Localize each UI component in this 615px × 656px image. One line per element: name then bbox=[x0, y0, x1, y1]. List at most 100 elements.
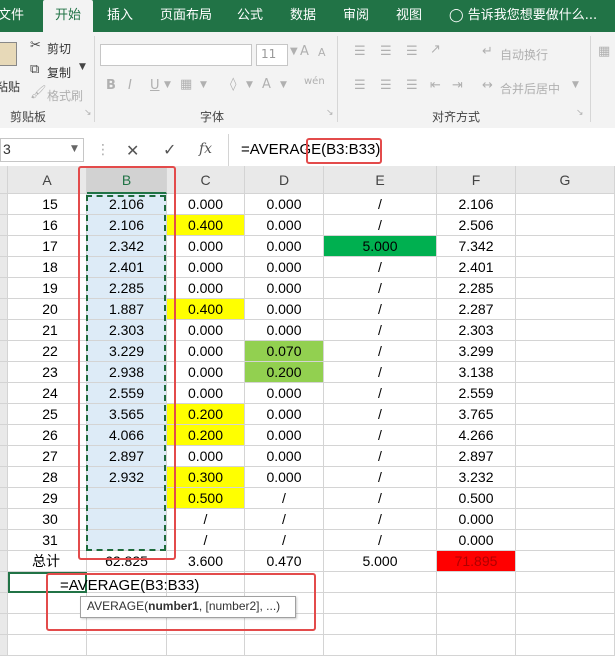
table-cell[interactable] bbox=[516, 593, 615, 614]
table-cell[interactable]: 0.000 bbox=[245, 257, 324, 278]
borders-dropdown-icon[interactable]: ▼ bbox=[200, 80, 207, 90]
table-cell[interactable] bbox=[437, 635, 516, 656]
font-size-box[interactable]: 11 bbox=[256, 44, 288, 66]
table-cell[interactable]: 20 bbox=[8, 299, 87, 320]
tab-data[interactable]: 数据 bbox=[290, 0, 316, 32]
table-cell[interactable]: 21 bbox=[8, 320, 87, 341]
table-cell[interactable]: / bbox=[324, 404, 437, 425]
table-cell[interactable]: 19 bbox=[8, 278, 87, 299]
table-cell[interactable]: 3.138 bbox=[437, 362, 516, 383]
table-cell[interactable]: / bbox=[324, 383, 437, 404]
table-cell[interactable] bbox=[324, 572, 437, 593]
table-cell[interactable]: 4.266 bbox=[437, 425, 516, 446]
table-cell[interactable]: 3.232 bbox=[437, 467, 516, 488]
table-cell[interactable] bbox=[516, 236, 615, 257]
row-header[interactable] bbox=[0, 215, 8, 236]
row-header[interactable] bbox=[0, 446, 8, 467]
table-cell[interactable]: 0.000 bbox=[245, 299, 324, 320]
row-header[interactable] bbox=[0, 383, 8, 404]
row-header[interactable] bbox=[0, 257, 8, 278]
table-cell[interactable]: / bbox=[324, 509, 437, 530]
fill-color-dropdown-icon[interactable]: ▼ bbox=[246, 80, 253, 90]
row-header[interactable] bbox=[0, 404, 8, 425]
table-cell[interactable] bbox=[516, 446, 615, 467]
enter-check-icon[interactable]: ✓ bbox=[163, 140, 176, 159]
table-cell[interactable]: 0.000 bbox=[245, 320, 324, 341]
table-cell[interactable] bbox=[324, 614, 437, 635]
wrap-text-button[interactable]: 自动换行 bbox=[500, 46, 548, 63]
table-cell[interactable]: 0.000 bbox=[437, 530, 516, 551]
tab-view[interactable]: 视图 bbox=[396, 0, 422, 32]
tab-formulas[interactable]: 公式 bbox=[237, 0, 263, 32]
table-cell[interactable]: 2.506 bbox=[437, 215, 516, 236]
table-cell[interactable]: 30 bbox=[8, 509, 87, 530]
borders-icon[interactable]: ▦ bbox=[180, 77, 192, 92]
table-cell[interactable]: 3.765 bbox=[437, 404, 516, 425]
decrease-font-icon[interactable]: A bbox=[318, 46, 326, 59]
table-cell[interactable]: 0.500 bbox=[437, 488, 516, 509]
table-cell[interactable] bbox=[516, 551, 615, 572]
tab-page-layout[interactable]: 页面布局 bbox=[160, 0, 212, 32]
font-name-box[interactable] bbox=[100, 44, 252, 66]
table-cell[interactable]: 24 bbox=[8, 383, 87, 404]
underline-icon[interactable]: U bbox=[150, 78, 160, 93]
table-cell[interactable]: 0.470 bbox=[245, 551, 324, 572]
table-cell[interactable] bbox=[516, 299, 615, 320]
table-cell[interactable]: / bbox=[167, 509, 245, 530]
table-cell[interactable]: 7.342 bbox=[437, 236, 516, 257]
row-header[interactable] bbox=[0, 614, 8, 635]
table-cell[interactable] bbox=[516, 215, 615, 236]
table-cell[interactable]: / bbox=[324, 215, 437, 236]
table-cell[interactable]: 5.000 bbox=[324, 236, 437, 257]
table-cell[interactable]: / bbox=[324, 320, 437, 341]
column-header-d[interactable]: D bbox=[245, 166, 324, 194]
cut-button[interactable]: 剪切 bbox=[47, 40, 71, 57]
increase-indent-icon[interactable]: ⇥ bbox=[452, 78, 463, 93]
row-header[interactable] bbox=[0, 425, 8, 446]
font-color-dropdown-icon[interactable]: ▼ bbox=[280, 80, 287, 90]
column-header-g[interactable]: G bbox=[516, 166, 615, 194]
decrease-indent-icon[interactable]: ⇤ bbox=[430, 78, 441, 93]
underline-dropdown-icon[interactable]: ▼ bbox=[164, 80, 171, 90]
table-cell[interactable]: 18 bbox=[8, 257, 87, 278]
table-cell[interactable]: 0.200 bbox=[245, 362, 324, 383]
paste-button[interactable]: 粘贴 bbox=[0, 40, 20, 100]
table-cell[interactable]: 0.400 bbox=[167, 215, 245, 236]
column-header-c[interactable]: C bbox=[167, 166, 245, 194]
table-cell[interactable]: / bbox=[324, 257, 437, 278]
tab-insert[interactable]: 插入 bbox=[107, 0, 133, 32]
table-cell[interactable]: 0.000 bbox=[245, 278, 324, 299]
merge-dropdown-icon[interactable]: ▼ bbox=[572, 80, 579, 90]
font-size-dropdown-icon[interactable]: ▼ bbox=[290, 46, 298, 57]
table-cell[interactable]: 0.200 bbox=[167, 425, 245, 446]
phonetic-icon[interactable]: wén bbox=[304, 76, 325, 87]
table-cell[interactable] bbox=[516, 614, 615, 635]
row-header[interactable] bbox=[0, 362, 8, 383]
table-cell[interactable]: 31 bbox=[8, 530, 87, 551]
table-cell[interactable]: 23 bbox=[8, 362, 87, 383]
table-cell[interactable]: 2.287 bbox=[437, 299, 516, 320]
table-cell[interactable]: 0.000 bbox=[167, 320, 245, 341]
table-cell[interactable] bbox=[516, 194, 615, 215]
table-cell[interactable]: / bbox=[324, 446, 437, 467]
table-cell[interactable] bbox=[516, 488, 615, 509]
row-header[interactable] bbox=[0, 467, 8, 488]
table-cell[interactable]: 0.200 bbox=[167, 404, 245, 425]
table-cell[interactable]: 0.000 bbox=[167, 257, 245, 278]
table-cell[interactable] bbox=[516, 383, 615, 404]
table-cell[interactable]: 71.895 bbox=[437, 551, 516, 572]
table-cell[interactable]: 0.000 bbox=[245, 383, 324, 404]
table-cell[interactable]: 0.000 bbox=[245, 425, 324, 446]
increase-font-icon[interactable]: A bbox=[300, 44, 309, 59]
align-right-icon[interactable]: ☰ bbox=[406, 78, 418, 93]
align-top-icon[interactable]: ☰ bbox=[354, 44, 366, 59]
row-header[interactable] bbox=[0, 530, 8, 551]
align-left-icon[interactable]: ☰ bbox=[354, 78, 366, 93]
tab-home[interactable]: 开始 bbox=[43, 0, 93, 32]
table-cell[interactable]: / bbox=[324, 488, 437, 509]
insert-function-icon[interactable]: fx bbox=[199, 141, 212, 157]
table-cell[interactable]: 0.000 bbox=[245, 467, 324, 488]
table-cell[interactable]: 0.000 bbox=[167, 383, 245, 404]
font-color-icon[interactable]: A bbox=[262, 77, 271, 92]
table-cell[interactable] bbox=[516, 257, 615, 278]
